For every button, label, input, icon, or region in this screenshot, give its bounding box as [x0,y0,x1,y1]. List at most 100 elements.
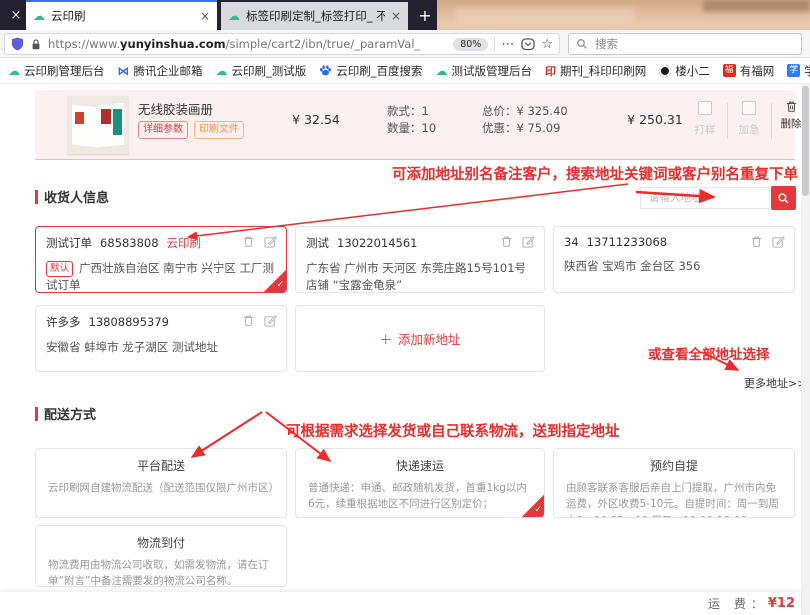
address-alias: 云印刷 [167,235,202,251]
discount-value: 优惠：¥ 75.09 [482,120,568,137]
browser-window: × ☁ 云印刷 × ☁ 标签印刷定制_标签打印_ 不干胶 × + https:/… [0,0,810,615]
bookmark-yunyinshua-test[interactable]: ☁云印刷_测试版 [216,63,307,79]
add-address-label: 添加新地址 [398,329,461,348]
method-name: 物流到付 [48,534,274,551]
rush-checkbox[interactable] [742,101,756,115]
style-quantity: 款式：1 数量：10 [387,103,436,137]
plus-icon: ＋ [379,329,392,348]
bookmark-baidu-search[interactable]: 云印刷_百度搜索 [319,63,422,79]
method-name: 快递速运 [308,457,532,474]
tab-label: 标签印刷定制_标签打印_ 不干胶 [246,8,385,24]
url-bar[interactable]: https://www.yunyinshua.com/simple/cart2/… [4,33,560,55]
proof-checkbox[interactable] [698,101,712,115]
browser-search-bar[interactable] [568,33,802,55]
total-value: 总价：¥ 325.40 [482,103,568,120]
delivery-section-title: 配送方式 [35,404,96,423]
product-image[interactable] [68,96,128,154]
bookmark-youfu[interactable]: 福有福网 [723,63,775,79]
address-search-button[interactable] [771,186,796,210]
trash-icon[interactable] [242,314,255,327]
cloud-icon: ☁ [33,10,45,22]
quantity-value: 数量：10 [387,120,436,137]
bookmark-tencent-mail[interactable]: ⋈腾讯企业邮箱 [118,63,203,79]
section-bar [35,407,38,421]
recipient-phone: 68583808 [100,236,159,250]
cloud-icon: ☁ [436,65,448,77]
method-desc: 物流费用由物流公司收取，如需发物流，请在订单“附言”中备注需要发的物流公司名称。 [48,557,274,587]
delivery-tip-annotation: 可根据需求选择发货或自己联系物流，送到指定地址 [286,420,620,441]
shipping-fee-label: 运 费： [708,595,768,612]
bookmark-star-icon[interactable]: ☆ [541,37,553,52]
edit-icon[interactable] [522,235,535,248]
delivery-method-platform[interactable]: 平台配送 云印刷网自建物流配送（配送范围仅限广州市区） [35,448,287,518]
selected-check-corner: ✓ [264,270,286,292]
youfu-icon: 福 [723,64,736,77]
tab-close-icon[interactable]: × [391,9,401,23]
browser-search-input[interactable] [593,36,794,52]
address-text: 陕西省 宝鸡市 金台区 356 [564,258,784,275]
cloud-icon: ☁ [228,10,240,22]
address-card[interactable]: 测试 13022014561 广东省 广州市 天河区 东莞庄路15号101号店铺… [295,226,545,293]
rush-option: 加急 [729,100,769,137]
print-file-tag[interactable]: 印刷文件 [194,121,244,139]
louxiaoer-icon [659,65,671,77]
check-icon: ✓ [276,281,286,292]
edit-icon[interactable] [264,314,277,327]
check-icon: ✓ [534,506,544,517]
bookmark-yunyinshua-admin[interactable]: ☁云印刷管理后台 [8,63,105,79]
more-address-link[interactable]: 更多地址>> [744,375,806,391]
trash-icon[interactable] [750,235,763,248]
tab-yunyinshua[interactable]: ☁ 云印刷 × [26,0,217,30]
address-card[interactable]: 许多多 13808895379 安徽省 蚌埠市 龙子湖区 测试地址 [35,305,287,372]
delivery-method-pickup[interactable]: 预约自提 由顾客联系客服后亲自上门提取，广州市内免运费，外区收费5-10元。自提… [553,448,795,518]
bookmark-test-admin[interactable]: ☁测试版管理后台 [436,63,533,79]
delivery-method-express-selected[interactable]: 快递速运 普通快递：申通、邮政随机发货，首重1kg以内6元，续重根据地区不同进行… [295,448,545,518]
tab-label: 云印刷 [51,8,194,24]
method-desc: 云印刷网自建物流配送（配送范围仅限广州市区） [48,480,274,496]
recipient-section-title: 收货人信息 [35,187,109,206]
recipient-name: 34 [564,235,579,249]
subtotal-price: ¥ 250.31 [615,112,695,127]
trash-icon[interactable] [242,235,255,248]
bookmark-keyin[interactable]: 印期刊_科印印刷网 [545,63,646,79]
address-card[interactable]: 34 13711233068 陕西省 宝鸡市 金台区 356 [553,226,795,293]
recipient-name: 许多多 [46,314,81,330]
page-actions-icon[interactable]: ⋯ [501,37,515,52]
close-icon[interactable]: × [6,4,26,26]
recipient-phone: 13808895379 [89,315,169,329]
lock-icon [30,38,42,51]
detail-params-tag[interactable]: 详细参数 [138,121,188,139]
desktop-blur-shape [703,0,810,12]
tab-close-icon[interactable]: × [200,9,210,23]
product-tags: 详细参数 印刷文件 [138,121,244,139]
proof-option: 打样 [685,100,725,137]
edit-icon[interactable] [772,235,785,248]
cloud-icon: ☁ [8,65,20,77]
new-tab-button[interactable]: + [413,4,437,26]
add-address-button[interactable]: ＋ 添加新地址 [295,305,545,372]
checkout-bottom-bar: 运 费： ¥12 [0,592,801,615]
recipient-name: 测试 [306,235,329,251]
bookmark-xuehui[interactable]: 学学汇网 [787,63,810,79]
xuehui-icon: 学 [787,64,800,77]
trash-icon[interactable] [500,235,513,248]
toolbar-divider [494,37,495,52]
address-card-selected[interactable]: 测试订单 68583808 云印刷 默认广西壮族自治区 南宁市 兴宁区 工厂测试… [35,226,287,293]
address-search-box[interactable] [640,187,770,209]
address-search-input[interactable] [647,191,763,205]
pocket-icon[interactable] [521,37,535,51]
tab-label-printing[interactable]: ☁ 标签印刷定制_标签打印_ 不干胶 × [221,2,408,30]
section-title-text: 配送方式 [44,404,96,423]
edit-icon[interactable] [264,235,277,248]
bookmark-louxiaoer[interactable]: 楼小二 [659,63,710,79]
search-icon [777,192,790,205]
delivery-method-freight-collect[interactable]: 物流到付 物流费用由物流公司收取，如需发物流，请在订单“附言”中备注需要发的物流… [35,525,287,587]
zoom-level-badge[interactable]: 80% [453,38,488,51]
scrollbar-thumb[interactable] [802,86,809,196]
default-badge: 默认 [46,261,73,277]
shield-icon[interactable] [11,37,24,51]
recipient-name: 测试订单 [46,235,92,251]
url-text: https://www.yunyinshua.com/simple/cart2/… [48,37,447,51]
product-title[interactable]: 无线胶装画册 [138,99,213,118]
selected-check-corner: ✓ [522,495,544,517]
